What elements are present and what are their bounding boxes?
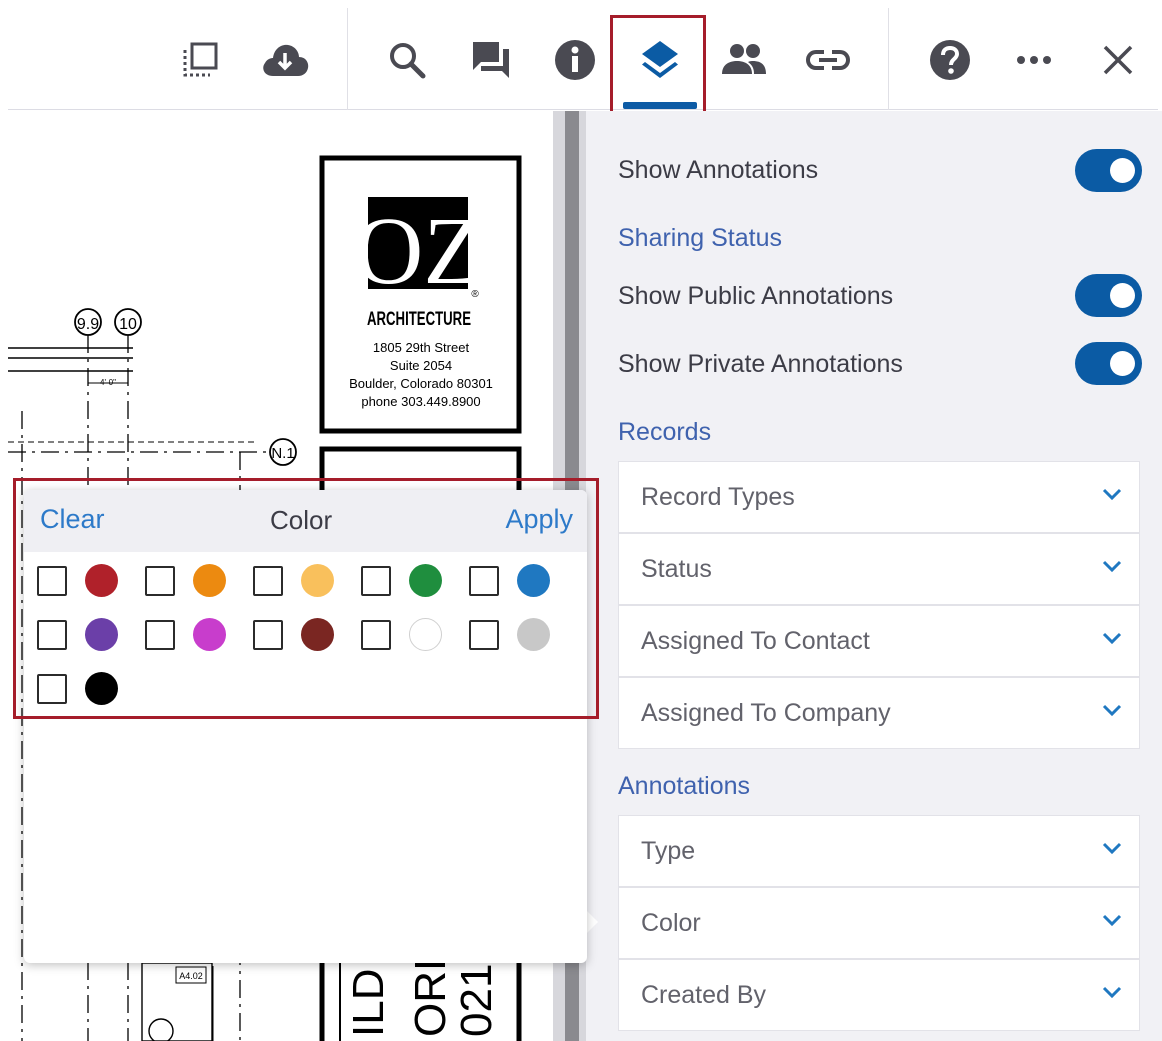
address-line: phone 303.449.8900	[361, 394, 480, 409]
firm-name: ARCHITECTURE	[367, 309, 471, 330]
select-area-button[interactable]	[173, 32, 229, 88]
dropdown-label: Assigned To Company	[641, 698, 891, 727]
color-checkbox[interactable]	[361, 620, 391, 650]
people-icon	[722, 44, 766, 74]
svg-text:®: ®	[471, 289, 479, 300]
status-dropdown[interactable]: Status	[618, 533, 1140, 605]
color-checkbox[interactable]	[469, 566, 499, 596]
color-checkbox[interactable]	[37, 620, 67, 650]
dimension-label: 4'-0"	[100, 378, 116, 387]
dropdown-label: Color	[641, 908, 701, 937]
color-swatch[interactable]	[85, 564, 118, 597]
download-button[interactable]	[257, 32, 313, 88]
clear-button[interactable]: Clear	[40, 504, 105, 535]
color-swatch[interactable]	[517, 618, 550, 651]
search-icon	[390, 43, 426, 79]
select-area-icon	[183, 42, 218, 77]
more-icon	[1017, 56, 1051, 64]
color-swatch[interactable]	[517, 564, 550, 597]
type-dropdown[interactable]: Type	[618, 815, 1140, 887]
toolbar-divider	[347, 8, 348, 110]
info-button[interactable]	[547, 32, 603, 88]
color-checkbox[interactable]	[37, 674, 67, 704]
chevron-down-icon	[1102, 704, 1122, 717]
grid-label-9-9: 9.9	[77, 316, 99, 333]
chevron-down-icon	[1102, 488, 1122, 501]
help-button[interactable]	[922, 32, 978, 88]
layers-panel: Show Annotations Sharing Status Show Pub…	[586, 111, 1162, 1041]
show-public-toggle[interactable]	[1075, 274, 1142, 317]
popover-header: Clear Color Apply	[24, 490, 587, 552]
detail-ref: A4.02	[179, 971, 203, 981]
logo-mark: OZ	[354, 197, 482, 304]
show-public-label: Show Public Annotations	[618, 282, 894, 310]
chevron-down-icon	[1102, 632, 1122, 645]
grid-label-10: 10	[119, 316, 137, 333]
color-swatch[interactable]	[85, 618, 118, 651]
toolbar-divider	[888, 8, 889, 110]
layers-highlight-outline	[610, 15, 706, 120]
dropdown-label: Assigned To Contact	[641, 626, 870, 655]
created-by-dropdown[interactable]: Created By	[618, 959, 1140, 1031]
color-swatch[interactable]	[409, 618, 442, 651]
close-button[interactable]	[1090, 32, 1146, 88]
viewer-toolbar	[8, 8, 1158, 110]
dropdown-label: Record Types	[641, 482, 795, 511]
color-swatch[interactable]	[85, 672, 118, 705]
sheet-title-text: ILD	[344, 969, 393, 1037]
color-checkbox[interactable]	[253, 566, 283, 596]
address-line: Suite 2054	[390, 358, 452, 373]
assigned-company-dropdown[interactable]: Assigned To Company	[618, 677, 1140, 749]
color-checkbox[interactable]	[253, 620, 283, 650]
chevron-down-icon	[1102, 914, 1122, 927]
dropdown-label: Status	[641, 554, 712, 583]
info-icon	[555, 40, 595, 80]
address-line: 1805 29th Street	[373, 340, 470, 355]
show-annotations-label: Show Annotations	[618, 156, 819, 184]
color-checkbox[interactable]	[145, 566, 175, 596]
chevron-down-icon	[1102, 560, 1122, 573]
sharing-status-heading: Sharing Status	[618, 224, 782, 252]
grid-label-n1: N.1	[271, 445, 294, 462]
popover-title: Color	[270, 505, 333, 535]
color-dropdown[interactable]: Color	[618, 887, 1140, 959]
cloud-download-icon	[263, 44, 309, 76]
color-swatch[interactable]	[409, 564, 442, 597]
comments-icon	[473, 42, 509, 78]
search-button[interactable]	[379, 32, 435, 88]
apply-button[interactable]: Apply	[505, 504, 573, 535]
show-private-label: Show Private Annotations	[618, 350, 903, 378]
chevron-down-icon	[1102, 842, 1122, 855]
color-swatch[interactable]	[193, 618, 226, 651]
dropdown-label: Type	[641, 836, 696, 865]
link-icon	[805, 50, 851, 70]
show-annotations-toggle[interactable]	[1075, 149, 1142, 192]
color-checkbox[interactable]	[361, 566, 391, 596]
address-line: Boulder, Colorado 80301	[349, 376, 493, 391]
link-button[interactable]	[800, 32, 856, 88]
color-checkbox[interactable]	[469, 620, 499, 650]
collaborators-button[interactable]	[716, 32, 772, 88]
color-checkbox[interactable]	[145, 620, 175, 650]
color-filter-popover: Clear Color Apply	[24, 490, 587, 963]
color-swatch[interactable]	[301, 564, 334, 597]
show-private-toggle[interactable]	[1075, 342, 1142, 385]
color-checkbox[interactable]	[37, 566, 67, 596]
chevron-down-icon	[1102, 986, 1122, 999]
annotations-heading: Annotations	[618, 772, 751, 800]
more-button[interactable]	[1006, 32, 1062, 88]
color-swatch[interactable]	[301, 618, 334, 651]
record-types-dropdown[interactable]: Record Types	[618, 461, 1140, 533]
comments-button[interactable]	[463, 32, 519, 88]
color-swatch[interactable]	[193, 564, 226, 597]
assigned-contact-dropdown[interactable]: Assigned To Contact	[618, 605, 1140, 677]
records-heading: Records	[618, 418, 712, 446]
close-icon	[1103, 45, 1133, 75]
help-icon	[930, 40, 970, 80]
dropdown-label: Created By	[641, 980, 767, 1009]
